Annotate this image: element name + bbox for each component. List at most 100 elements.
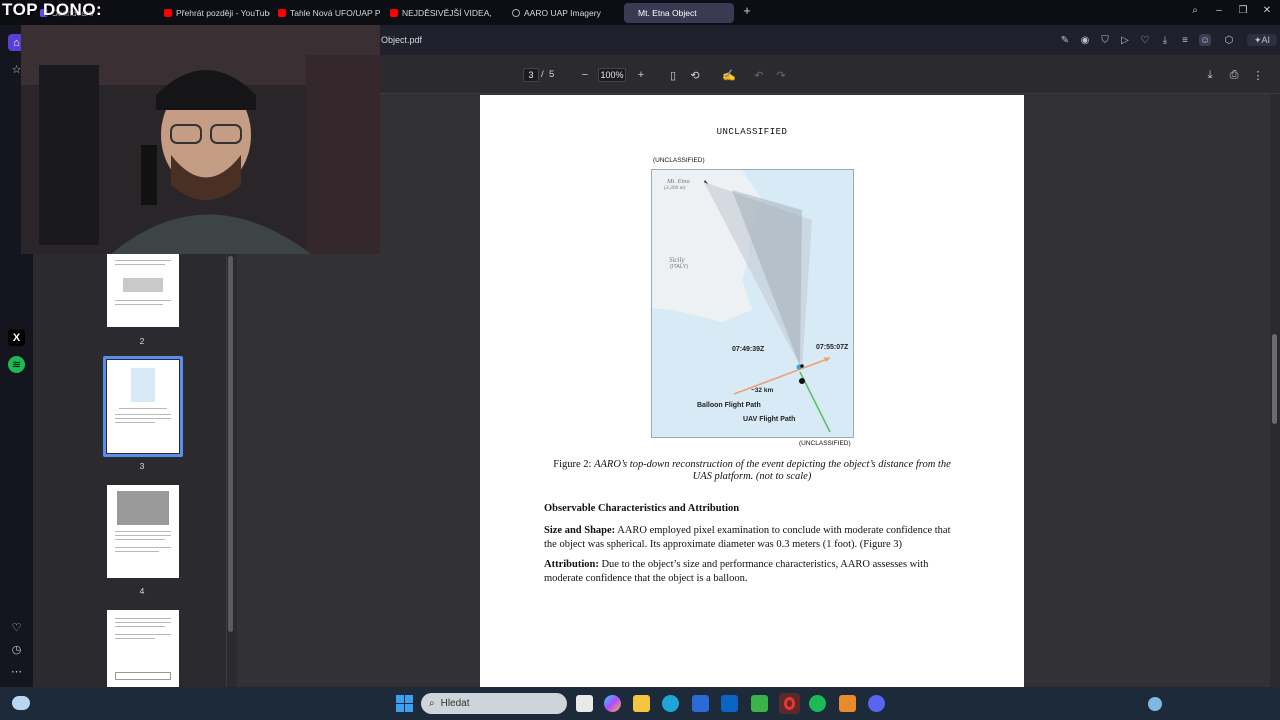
tab-label: Mt. Etna Object xyxy=(638,8,697,18)
redo-icon[interactable]: ↷ xyxy=(774,68,788,82)
history-icon[interactable]: ◷ xyxy=(8,641,25,658)
windows-taskbar: ⌕ Hledat xyxy=(0,687,1280,720)
thumbnail-page-5[interactable] xyxy=(107,610,179,687)
sight-point xyxy=(800,364,804,368)
tab-label: Tahle Nová UFO/UAP Pozo xyxy=(290,8,380,18)
map-svg xyxy=(652,170,853,437)
section-heading: Observable Characteristics and Attributi… xyxy=(544,503,740,514)
zoom-in-button[interactable]: + xyxy=(634,68,648,82)
mt-etna-label: Mt. Etna xyxy=(667,178,690,185)
page-number-input[interactable]: 3 xyxy=(523,68,539,82)
figure-marking-top: (UNCLASSIFIED) xyxy=(653,157,705,164)
app-game-icon[interactable] xyxy=(839,695,856,712)
youtube-icon xyxy=(278,9,286,17)
more-icon[interactable]: ⋯ xyxy=(8,663,25,680)
heart-icon[interactable]: ♡ xyxy=(8,619,25,636)
tab-watch-later[interactable]: Přehrát později - YouTube xyxy=(160,3,270,23)
paragraph-attribution: Attribution: Due to the object’s size an… xyxy=(544,558,964,585)
thumbnail-page-4[interactable] xyxy=(107,485,179,578)
figure-caption-prefix: Figure 2: xyxy=(553,459,592,470)
figure-marking-bottom: (UNCLASSIFIED) xyxy=(799,440,851,447)
app-b-icon[interactable] xyxy=(751,695,768,712)
paragraph-size-shape: Size and Shape: AARO employed pixel exam… xyxy=(544,524,964,551)
extensions-icon[interactable]: ⬡ xyxy=(1223,34,1235,46)
file-explorer-icon[interactable] xyxy=(633,695,650,712)
viewer-scrollbar[interactable] xyxy=(1270,94,1280,687)
discord-icon[interactable] xyxy=(868,695,885,712)
play-icon[interactable]: ▷ xyxy=(1119,34,1131,46)
webcam-overlay xyxy=(21,25,380,254)
document-filename[interactable]: Object.pdf xyxy=(381,35,422,45)
youtube-icon xyxy=(164,9,172,17)
balloon-path-label: Balloon Flight Path xyxy=(697,402,761,409)
time-label-b: 07:55:07Z xyxy=(816,344,849,351)
webcam-picture xyxy=(21,25,380,254)
more-options-icon[interactable]: ⋮ xyxy=(1251,68,1265,82)
undo-icon[interactable]: ↶ xyxy=(752,68,766,82)
spotify-icon[interactable] xyxy=(809,695,826,712)
tab-mt-etna-object[interactable]: Mt. Etna Object xyxy=(624,3,734,23)
globe-icon xyxy=(512,9,520,17)
paragraph-lead: Size and Shape: xyxy=(544,525,616,536)
store-icon[interactable] xyxy=(692,695,709,712)
tab-label: NEJDĚSIVĚJŠÍ VIDEA, KTEI xyxy=(402,8,494,18)
tab-label: AARO UAP Imagery xyxy=(524,8,601,18)
close-window-button[interactable]: ✕ xyxy=(1260,5,1274,16)
pdf-page: UNCLASSIFIED (UNCLASSIFIED) Mt. Etna (3,… xyxy=(480,95,1024,687)
page-separator: / xyxy=(541,69,544,80)
thumbnail-page-3[interactable] xyxy=(107,360,179,453)
thumbnail-page-2[interactable] xyxy=(107,254,179,327)
windows-start-icon[interactable] xyxy=(396,695,413,712)
figure-map: Mt. Etna (3,300 m) Sicily (ITALY) 07:49:… xyxy=(651,169,854,438)
heart-icon[interactable]: ♡ xyxy=(1139,34,1151,46)
download-icon[interactable]: ⤓ xyxy=(1159,34,1171,46)
thumbnail-label: 3 xyxy=(139,461,145,471)
mt-etna-elevation: (3,300 m) xyxy=(664,185,686,191)
tab-ufo-video[interactable]: Tahle Nová UFO/UAP Pozo xyxy=(274,3,380,23)
opera-icon[interactable] xyxy=(779,693,800,714)
uav-path-label: UAV Flight Path xyxy=(743,416,796,423)
search-icon: ⌕ xyxy=(429,698,435,709)
profile-icon[interactable]: ☺ xyxy=(1199,34,1211,46)
thumbnail-label: 2 xyxy=(139,336,145,346)
sicily-sub-label: (ITALY) xyxy=(670,264,689,270)
outlook-icon[interactable] xyxy=(721,695,738,712)
restore-button[interactable]: ❐ xyxy=(1236,5,1250,16)
copilot-icon[interactable] xyxy=(604,695,621,712)
tab-label: Přehrát později - YouTube xyxy=(176,8,270,18)
print-icon[interactable]: ⎙ xyxy=(1227,68,1241,82)
tray-icon[interactable] xyxy=(1148,697,1162,711)
ai-assistant-icon[interactable]: ✦AI xyxy=(1247,34,1277,46)
camera-icon[interactable]: ◉ xyxy=(1079,34,1091,46)
menu-icon[interactable]: ≡ xyxy=(1179,34,1191,46)
figure-caption: Figure 2: AARO’s top-down reconstruction… xyxy=(544,459,960,483)
edit-icon[interactable]: ✎ xyxy=(1059,34,1071,46)
figure-caption-body: AARO’s top-down reconstruction of the ev… xyxy=(594,459,951,482)
tab-scary-videos[interactable]: NEJDĚSIVĚJŠÍ VIDEA, KTEI xyxy=(386,3,494,23)
sicily-label: Sicily xyxy=(669,256,685,264)
top-dono-overlay: TOP DONO: xyxy=(2,0,103,19)
tab-aaro-imagery[interactable]: AARO UAP Imagery xyxy=(508,3,616,23)
browser-tab-bar: Dashboard Přehrát později - YouTube Tahl… xyxy=(0,0,1280,25)
youtube-icon xyxy=(390,9,398,17)
zoom-level[interactable]: 100% xyxy=(598,68,626,82)
shield-icon[interactable]: ⛉ xyxy=(1099,34,1111,46)
paragraph-lead: Attribution: xyxy=(544,559,599,570)
minimize-button[interactable]: – xyxy=(1212,5,1226,16)
search-tabs-icon[interactable]: ⌕ xyxy=(1188,5,1202,16)
paragraph-text: Due to the object’s size and performance… xyxy=(544,559,929,584)
uav-point xyxy=(799,378,805,384)
draw-icon[interactable]: ✍ xyxy=(722,68,736,82)
new-tab-button[interactable]: + xyxy=(740,3,754,18)
weather-icon[interactable] xyxy=(12,696,30,710)
task-view-icon[interactable] xyxy=(576,695,593,712)
rotate-icon[interactable]: ⟲ xyxy=(688,68,702,82)
taskbar-search-input[interactable]: ⌕ Hledat xyxy=(421,693,567,714)
spotify-icon[interactable]: ≋ xyxy=(8,356,25,373)
thumbnail-scrollbar[interactable] xyxy=(226,254,234,687)
fit-page-icon[interactable]: ▯ xyxy=(666,68,680,82)
download-icon[interactable]: ⤓ xyxy=(1203,68,1217,82)
x-twitter-icon[interactable]: X xyxy=(8,329,25,346)
zoom-out-button[interactable]: − xyxy=(578,68,592,82)
edge-icon[interactable] xyxy=(662,695,679,712)
